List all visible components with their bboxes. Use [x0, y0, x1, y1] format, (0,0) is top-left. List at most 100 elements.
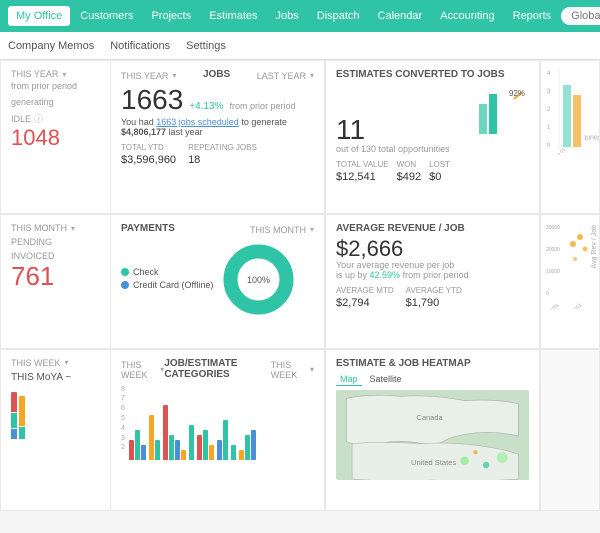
nav-calendar[interactable]: Calendar: [370, 6, 431, 26]
jobs-main-number: 1663: [121, 86, 183, 114]
bar-group-4: [189, 425, 194, 460]
heatmap-tab-satellite[interactable]: Satellite: [366, 373, 406, 386]
bar-8a: [239, 450, 244, 460]
lost-block: LOST $0: [429, 160, 450, 183]
bar-4a: [189, 425, 194, 460]
nav-accounting[interactable]: Accounting: [432, 6, 502, 26]
global-search-input[interactable]: [561, 7, 600, 25]
estimates-sub: out of 130 total opportunities: [336, 144, 529, 154]
svg-text:10/01: 10/01: [570, 302, 583, 309]
nav-customers[interactable]: Customers: [72, 6, 141, 26]
jobs-title: JOBS: [203, 69, 230, 80]
avg-revenue-sub: Your average revenue per job is up by 42…: [336, 260, 529, 280]
subnav-settings[interactable]: Settings: [186, 36, 226, 56]
heatmap-svg: Canada United States: [336, 390, 529, 480]
payments-period-dropdown[interactable]: ▾: [310, 225, 314, 234]
heatmap-map-area: Canada United States: [336, 390, 529, 480]
left-week-label: THIS WEEK ▾: [11, 358, 100, 368]
payments-card: PAYMENTS THIS MONTH ▾ Check Credit Card …: [110, 214, 325, 348]
bar-5a: [197, 435, 202, 460]
nav-dispatch[interactable]: Dispatch: [309, 6, 368, 26]
jobs-period-dropdown[interactable]: ▾: [172, 71, 176, 80]
categories-period-dropdown-2[interactable]: ▾: [310, 365, 314, 374]
right-chart-1: Count 4 3 2 1 0 Jan 01: [540, 60, 600, 214]
month-dropdown-arrow[interactable]: ▾: [71, 224, 75, 233]
dashboard: THIS YEAR ▾ from prior period generating…: [0, 60, 600, 533]
avg-ytd-block: AVERAGE YTD $1,790: [406, 286, 462, 309]
jobs-change: +4.13%: [189, 101, 223, 112]
bar-1b: [135, 430, 140, 460]
subnav-notifications[interactable]: Notifications: [110, 36, 170, 56]
bar-7a: [231, 445, 236, 460]
estimates-mini-chart: 92%: [474, 84, 529, 139]
right-chart-1-svg: 4 3 2 1 0 Jan 01: [545, 65, 590, 155]
from-period-text: from prior period: [11, 81, 100, 91]
nav-jobs[interactable]: Jobs: [268, 6, 307, 26]
jobs-period-label: THIS YEAR ▾: [121, 71, 176, 81]
svg-text:0: 0: [546, 291, 549, 297]
check-dot: [121, 268, 129, 276]
bar-6a: [217, 440, 222, 460]
svg-text:Jan 01: Jan 01: [552, 146, 567, 155]
categories-period-label-2: THIS WEEK ▾: [271, 358, 314, 382]
avg-revenue-title: AVERAGE REVENUE / JOB: [336, 223, 529, 234]
invoiced-label: INVOICED: [11, 251, 100, 261]
svg-text:Canada: Canada: [416, 412, 443, 421]
jobs-compare-dropdown[interactable]: ▾: [310, 71, 314, 80]
idle-number: 1048: [11, 125, 100, 151]
top-nav: My Office Customers Projects Estimates J…: [0, 0, 600, 32]
svg-text:20000: 20000: [546, 247, 560, 253]
avg-revenue-number: $2,666: [336, 238, 529, 260]
heatmap-title: ESTIMATE & JOB HEATMAP: [336, 358, 529, 369]
week-dropdown-arrow[interactable]: ▾: [65, 358, 69, 367]
svg-text:10/01: 10/01: [547, 302, 560, 309]
legend-check: Check: [121, 267, 213, 277]
idle-info-icon: ⓘ: [34, 114, 43, 124]
bar-group-2: [149, 415, 160, 460]
bar-group-8: [239, 430, 256, 460]
jobs-link[interactable]: 1663 jobs scheduled: [156, 117, 239, 127]
bar-group-6: [217, 420, 228, 460]
pending-text: PENDING: [11, 237, 100, 247]
svg-text:0: 0: [547, 143, 551, 149]
jobs-card: THIS YEAR ▾ JOBS LAST YEAR ▾ 1663 +4.13%…: [110, 60, 325, 214]
left-week-bars: [11, 389, 100, 439]
week-text: THIS MoYA ~: [11, 372, 100, 383]
left-panel-week: THIS WEEK ▾ THIS MoYA ~: [0, 349, 110, 511]
subnav-company-memos[interactable]: Company Memos: [8, 36, 94, 56]
nav-my-office[interactable]: My Office: [8, 6, 70, 26]
nav-reports[interactable]: Reports: [505, 6, 560, 26]
svg-text:10000: 10000: [546, 269, 560, 275]
legend-credit-card: Credit Card (Offline): [121, 280, 213, 290]
payments-period: THIS MONTH ▾: [250, 223, 314, 236]
total-value-block: TOTAL VALUE $12,541: [336, 160, 389, 183]
heatmap-tab-map[interactable]: Map: [336, 373, 362, 386]
estimates-title: ESTIMATES CONVERTED TO JOBS: [336, 69, 529, 80]
svg-text:92%: 92%: [509, 89, 525, 98]
bar-1a: [129, 440, 134, 460]
nav-estimates[interactable]: Estimates: [201, 6, 265, 26]
svg-text:1: 1: [547, 125, 551, 131]
left-month-label: THIS MONTH ▾: [11, 223, 100, 233]
jobs-compare-label: LAST YEAR ▾: [257, 71, 314, 81]
bar-5b: [203, 430, 208, 460]
year-dropdown-arrow[interactable]: ▾: [62, 70, 66, 79]
left-panel-year: THIS YEAR ▾ from prior period generating…: [0, 60, 110, 214]
generating-text: generating: [11, 97, 100, 107]
bar-2b: [155, 440, 160, 460]
bar-8b: [245, 435, 250, 460]
bar-3a: [163, 405, 168, 460]
payments-title: PAYMENTS: [121, 223, 175, 234]
y-axis: 8 7 6 5 4 3 2: [121, 386, 125, 454]
svg-text:3: 3: [547, 89, 551, 95]
categories-chart-area: 8 7 6 5 4 3 2: [121, 386, 314, 460]
svg-text:2: 2: [547, 107, 551, 113]
estimates-main-number: 11: [336, 116, 365, 144]
estimates-card: ESTIMATES CONVERTED TO JOBS 11 92% out o…: [325, 60, 540, 214]
heatmap-tabs: Map Satellite: [336, 373, 529, 386]
bar-6b: [223, 420, 228, 460]
bar-group-1: [129, 430, 146, 460]
categories-period-label: THIS WEEK ▾: [121, 358, 164, 382]
nav-projects[interactable]: Projects: [143, 6, 199, 26]
payments-legend: Check Credit Card (Offline): [121, 267, 213, 293]
